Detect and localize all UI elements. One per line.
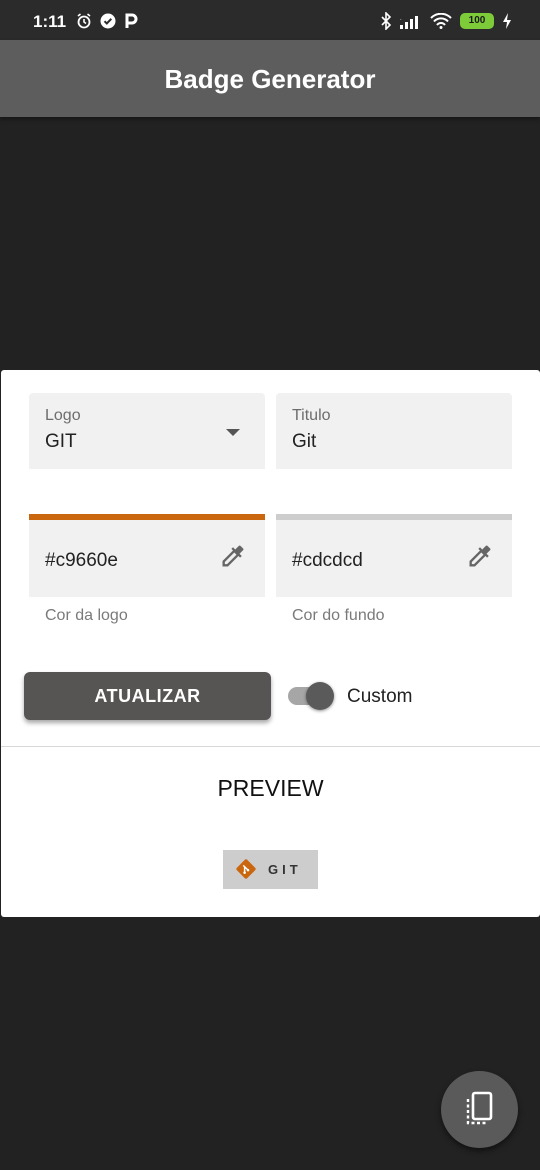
logo-color-swatch — [29, 514, 265, 520]
badge-form-card: Logo GIT Titulo Git #c9660e Cor da logo … — [1, 370, 540, 917]
device-copy-icon — [466, 1091, 493, 1125]
titulo-label: Titulo — [292, 407, 331, 424]
device-copy-fab[interactable] — [441, 1071, 518, 1148]
logo-value: GIT — [45, 431, 77, 452]
custom-switch-label: Custom — [347, 686, 413, 707]
titulo-value: Git — [292, 431, 317, 452]
status-bar: 1:11 . 100 — [0, 0, 540, 40]
eyedropper-icon[interactable] — [466, 542, 494, 570]
wifi-icon — [430, 13, 452, 29]
bg-color-helper: Cor do fundo — [292, 607, 385, 624]
logo-label: Logo — [45, 407, 81, 424]
app-bar: Badge Generator — [0, 40, 540, 117]
alarm-icon — [77, 13, 91, 29]
bg-color-field[interactable]: #cdcdcd — [276, 514, 512, 597]
logo-dropdown[interactable]: Logo GIT — [29, 393, 265, 469]
charging-icon — [503, 13, 511, 29]
signal-icon: . — [400, 16, 418, 29]
logo-color-value: #c9660e — [45, 550, 118, 571]
dropdown-arrow-icon — [226, 429, 240, 436]
titulo-field[interactable]: Titulo Git — [276, 393, 512, 469]
preview-title: PREVIEW — [217, 775, 324, 801]
app-title: Badge Generator — [164, 64, 376, 94]
eyedropper-icon[interactable] — [219, 542, 247, 570]
svg-text:.: . — [400, 16, 402, 22]
git-logo-icon — [236, 859, 256, 879]
bluetooth-icon — [381, 12, 392, 30]
bg-color-swatch — [276, 514, 512, 520]
badge-text: GIT — [268, 862, 302, 877]
divider — [1, 746, 540, 747]
parking-icon — [125, 13, 138, 28]
check-circle-icon — [100, 13, 116, 29]
badge-preview: GIT — [223, 850, 318, 889]
update-button[interactable]: ATUALIZAR — [24, 672, 271, 720]
bg-color-value: #cdcdcd — [292, 550, 363, 571]
status-time: 1:11 — [33, 12, 67, 31]
battery-icon: 100 — [460, 13, 494, 29]
custom-switch[interactable] — [288, 682, 334, 710]
logo-color-field[interactable]: #c9660e — [29, 514, 265, 597]
logo-color-helper: Cor da logo — [45, 607, 128, 624]
switch-thumb — [306, 682, 334, 710]
